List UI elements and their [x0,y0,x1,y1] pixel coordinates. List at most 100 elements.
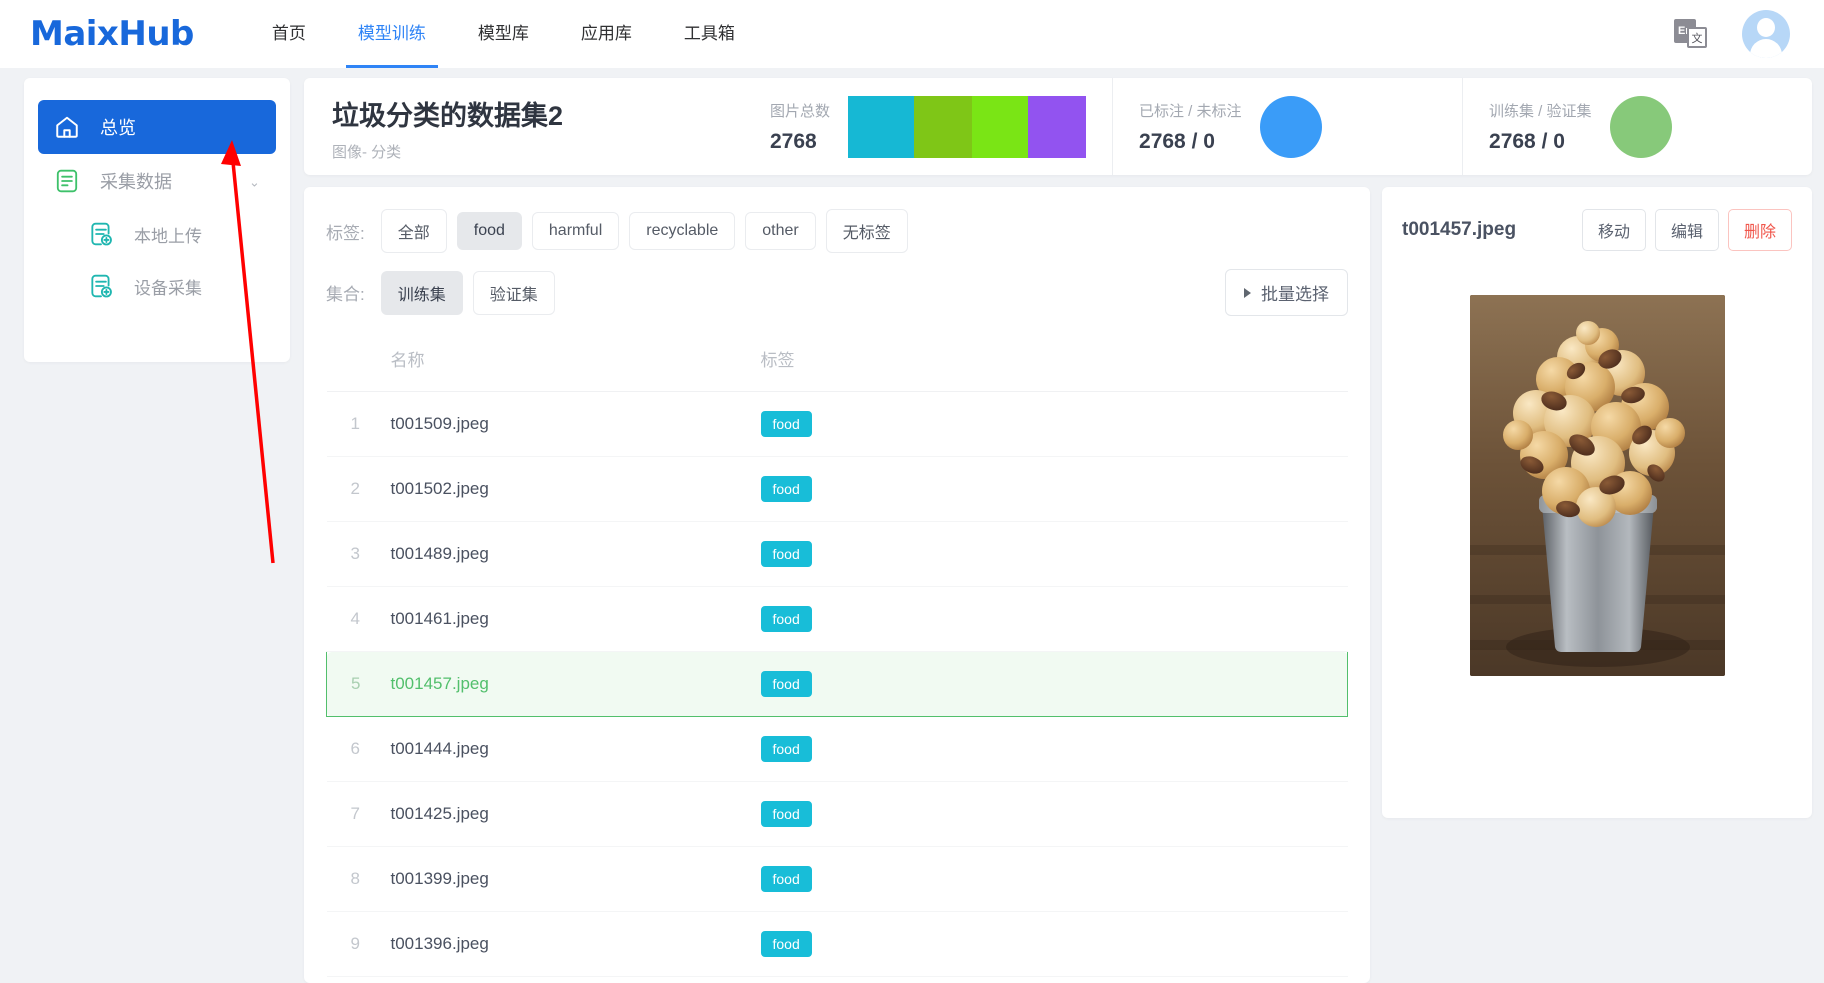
sidebar-item-overview[interactable]: 总览 [38,100,276,154]
status-badge: food [760,931,812,957]
row-index: 7 [326,781,391,847]
row-index: 6 [326,716,391,782]
page-title: 垃圾分类的数据集2 [332,101,564,131]
stat-value: 2768 [770,129,817,153]
nav-item-app-library[interactable]: 应用库 [555,0,658,68]
row-filename: t001425.jpeg [390,781,761,847]
user-avatar[interactable] [1742,10,1790,58]
row-filename: t001509.jpeg [390,391,761,457]
set-filter-train[interactable]: 训练集 [380,270,463,315]
file-table-body: 1 t001509.jpeg food 2 t001502.jpeg food … [326,391,1348,977]
tag-filter-all[interactable]: 全部 [380,209,447,253]
nav-item-model-library[interactable]: 模型库 [452,0,555,68]
sidebar-item-label: 本地上传 [134,226,202,246]
main-row: 标签: 全部 food harmful recyclable other 无标签… [304,187,1812,983]
labeled-ratio-circle [1259,95,1322,158]
file-table-head: 名称 标签 [326,332,1348,392]
row-filename: t001461.jpeg [390,586,761,652]
table-row[interactable]: 4 t001461.jpeg food [326,586,1348,652]
bar-segment-food [848,95,915,158]
stat-train-validation: 训练集 / 验证集 2768 / 0 [1462,78,1812,175]
nav-item-home[interactable]: 首页 [246,0,332,68]
chevron-up-icon[interactable]: ⌃ [249,174,260,189]
row-filename: t001396.jpeg [390,911,761,977]
stat-texts: 已标注 / 未标注 2768 / 0 [1139,100,1242,154]
set-filter-label: 集合: [326,285,365,304]
row-tag-cell: food [760,651,1348,717]
status-badge: food [760,411,812,437]
table-row-selected[interactable]: 5 t001457.jpeg food [326,651,1348,717]
sidebar-item-label: 采集数据 [100,172,172,192]
table-row[interactable]: 1 t001509.jpeg food [326,391,1348,457]
label-distribution-bar [848,95,1087,158]
row-filename: t001502.jpeg [390,456,761,522]
stat-total-images: 图片总数 2768 [744,78,1112,175]
column-index [326,332,391,392]
column-name: 名称 [390,332,761,392]
table-row[interactable]: 3 t001489.jpeg food [326,521,1348,587]
dataset-summary-card: 垃圾分类的数据集2 图像- 分类 图片总数 2768 已标注 / 未标注 276… [304,78,1812,175]
stat-value: 2768 / 0 [1139,129,1215,153]
image-preview-wrapper [1402,295,1792,676]
tag-filter-harmful[interactable]: harmful [531,212,620,250]
document-list-icon [54,168,88,194]
bar-segment-harmful [914,95,973,158]
detail-filename: t001457.jpeg [1402,219,1517,240]
nav-item-model-training[interactable]: 模型训练 [332,0,452,68]
row-tag-cell: food [760,716,1348,782]
app-logo[interactable]: MaixHub [30,14,194,54]
document-add-icon [88,221,122,247]
edit-button[interactable]: 编辑 [1654,209,1719,251]
tag-filter-other[interactable]: other [745,212,816,250]
row-index: 8 [326,846,391,912]
row-tag-cell: food [760,846,1348,912]
table-row[interactable]: 6 t001444.jpeg food [326,716,1348,782]
table-row[interactable]: 8 t001399.jpeg food [326,846,1348,912]
sidebar-item-local-upload[interactable]: 本地上传 [72,208,276,260]
delete-button[interactable]: 删除 [1727,209,1792,251]
top-navigation-bar: MaixHub 首页 模型训练 模型库 应用库 工具箱 En 文 [0,0,1824,68]
train-ratio-circle [1609,95,1672,158]
sidebar-item-device-collect[interactable]: 设备采集 [72,260,276,312]
row-filename: t001457.jpeg [390,651,761,717]
row-tag-cell: food [760,521,1348,587]
bar-segment-other [1028,95,1087,158]
row-filename: t001399.jpeg [390,846,761,912]
row-tag-cell: food [760,456,1348,522]
row-tag-cell: food [760,911,1348,977]
bar-segment-recyclable [972,95,1029,158]
content-area: 垃圾分类的数据集2 图像- 分类 图片总数 2768 已标注 / 未标注 276… [304,78,1812,983]
document-add-icon [88,273,122,299]
stat-texts: 图片总数 2768 [770,100,830,154]
sidebar-item-collect-data[interactable]: 采集数据 ⌃ [38,154,276,208]
table-header-row: 名称 标签 [326,332,1348,392]
detail-action-group: 移动 编辑 删除 [1581,209,1792,251]
tag-filter-label: 标签: [326,223,365,243]
file-table: 名称 标签 1 t001509.jpeg food 2 t001502.jpeg [326,332,1348,977]
status-badge: food [760,866,812,892]
status-badge: food [760,541,812,567]
status-badge: food [760,801,812,827]
batch-select-button[interactable]: 批量选择 [1225,269,1348,316]
image-detail-panel: t001457.jpeg 移动 编辑 删除 [1382,187,1812,818]
dataset-subtitle: 图像- 分类 [332,144,402,161]
table-row[interactable]: 2 t001502.jpeg food [326,456,1348,522]
tag-filter-food[interactable]: food [456,212,522,250]
nav-item-toolbox[interactable]: 工具箱 [658,0,761,68]
row-tag-cell: food [760,781,1348,847]
row-filename: t001489.jpeg [390,521,761,587]
stat-texts: 训练集 / 验证集 2768 / 0 [1489,100,1592,154]
tag-filter-recyclable[interactable]: recyclable [629,212,736,250]
tag-filter-untagged[interactable]: 无标签 [825,209,908,253]
play-triangle-icon [1244,287,1251,298]
set-filter-validation[interactable]: 验证集 [472,270,555,315]
row-index: 4 [326,586,391,652]
row-index: 9 [326,911,391,977]
batch-select-label: 批量选择 [1261,285,1329,304]
language-translate-icon[interactable]: En 文 [1674,19,1708,49]
move-button[interactable]: 移动 [1581,209,1646,251]
image-preview[interactable] [1469,295,1725,676]
table-row[interactable]: 7 t001425.jpeg food [326,781,1348,847]
status-badge: food [760,736,812,762]
table-row[interactable]: 9 t001396.jpeg food [326,911,1348,977]
